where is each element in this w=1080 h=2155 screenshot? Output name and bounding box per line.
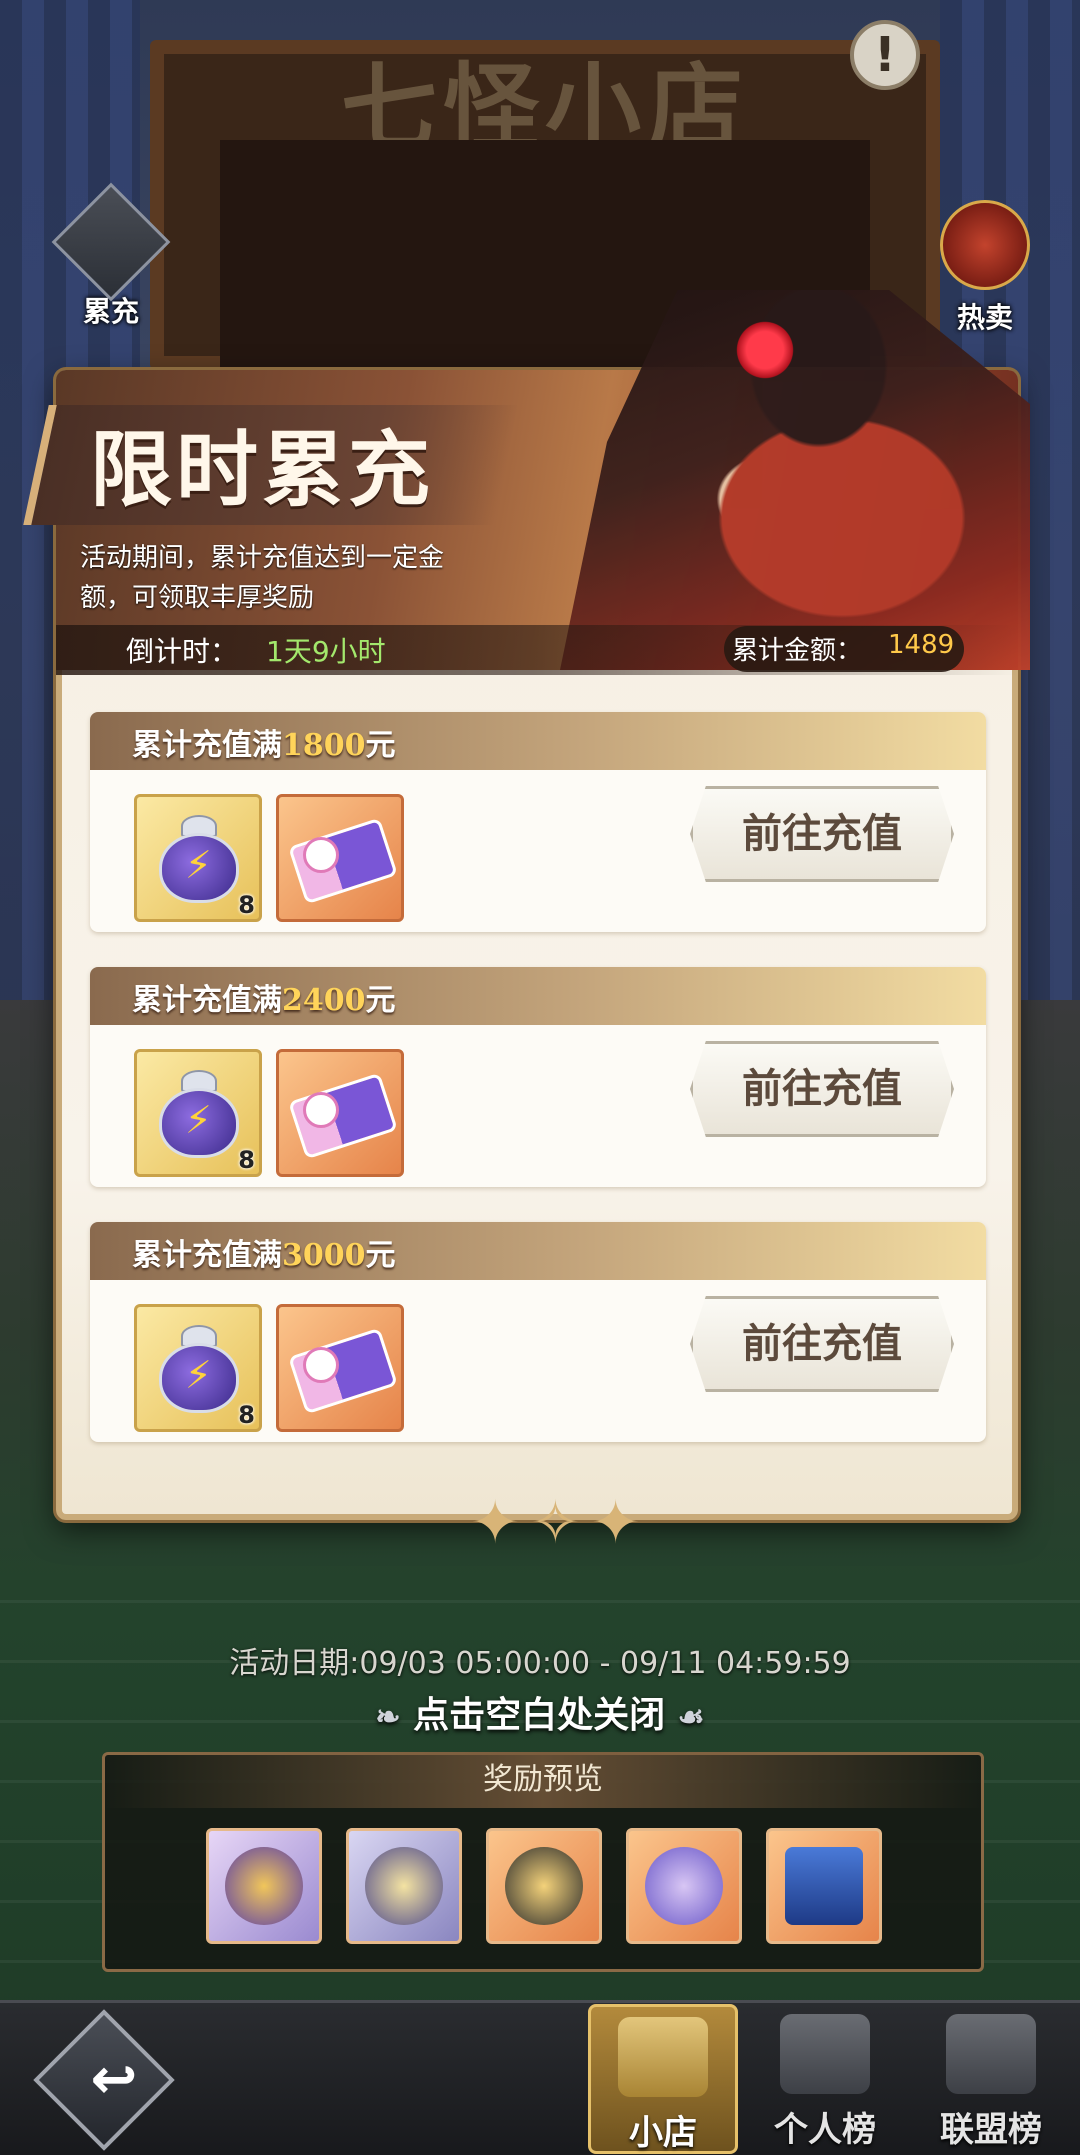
preview-item[interactable] (486, 1828, 602, 1944)
tab-label: 联盟榜 (940, 2110, 1042, 2150)
event-title: 限时累充 (90, 422, 435, 518)
recharge-button[interactable]: 前往充值 (690, 1296, 954, 1392)
preview-item[interactable] (766, 1828, 882, 1944)
tier-title: 累计充值满2400元 (132, 983, 396, 1018)
recharge-button[interactable]: 前往充值 (690, 1041, 954, 1137)
tab-personal-rank[interactable]: 个人榜 (750, 2004, 900, 2154)
tab-label: 小店 (629, 2113, 697, 2153)
tier-card: 累计充值满2400元 ⚡ 8 前往充值 (90, 967, 986, 1187)
tier-amount: 2400 (282, 983, 366, 1018)
emblem-badge-icon (225, 1847, 303, 1925)
reward-item[interactable] (276, 1304, 404, 1432)
tier-card: 累计充值满3000元 ⚡ 8 前往充值 (90, 1222, 986, 1442)
shop-icon (618, 2017, 708, 2097)
reward-item[interactable] (276, 794, 404, 922)
gift-chest-icon (940, 200, 1030, 290)
side-button-hot-sale[interactable]: 热卖 (930, 200, 1040, 336)
reward-quantity: 8 (238, 1146, 255, 1174)
event-date: 活动日期:09/03 05:00:00 - 09/11 04:59:59 (229, 1646, 851, 1681)
preview-item[interactable] (626, 1828, 742, 1944)
lucky-badge-icon (645, 1847, 723, 1925)
alliance-rank-icon (946, 2014, 1036, 2094)
gift-box-icon (51, 182, 171, 302)
tab-label: 个人榜 (774, 2110, 876, 2150)
countdown-label: 倒计时： (126, 635, 239, 668)
back-arrow-icon[interactable]: ↩ (74, 2040, 154, 2120)
reward-item[interactable]: ⚡ 8 (134, 1049, 262, 1177)
tier-title: 累计充值满1800元 (132, 728, 396, 763)
reward-preview-title: 奖励预览 (102, 1752, 984, 1808)
countdown-value: 1天9小时 (266, 635, 386, 668)
side-button-label: 热卖 (956, 301, 1013, 334)
tab-alliance-rank[interactable]: 联盟榜 (916, 2004, 1066, 2154)
info-button[interactable]: ! (850, 20, 920, 90)
ornament-right-icon: ☙ (677, 1700, 705, 1735)
reward-quantity: 8 (238, 1401, 255, 1429)
tier-amount: 3000 (282, 1238, 366, 1273)
crest-badge-icon (365, 1847, 443, 1925)
close-hint[interactable]: ❧ 点击空白处关闭 ☙ (0, 1686, 1080, 1738)
personal-rank-icon (780, 2014, 870, 2094)
reward-quantity: 8 (238, 891, 255, 919)
tab-shop[interactable]: 小店 (588, 2004, 738, 2154)
preview-item[interactable] (206, 1828, 322, 1944)
total-amount-label: 累计金额： (732, 636, 863, 666)
treasure-chest-icon (785, 1847, 863, 1925)
ornament-left-icon: ❧ (375, 1700, 401, 1735)
total-amount-value: 1489 (888, 630, 955, 660)
star-coin-icon (505, 1847, 583, 1925)
reward-item[interactable] (276, 1049, 404, 1177)
recharge-button[interactable]: 前往充值 (690, 786, 954, 882)
reward-item[interactable]: ⚡ 8 (134, 794, 262, 922)
tier-title: 累计充值满3000元 (132, 1238, 396, 1273)
side-button-cumulative[interactable]: 累充 (51, 182, 171, 330)
sparkle-ornament: ✦✧✦ (470, 1488, 651, 1558)
reward-item[interactable]: ⚡ 8 (134, 1304, 262, 1432)
event-description: 活动期间，累计充值达到一定金额，可领取丰厚奖励 (80, 543, 445, 613)
tier-card: 累计充值满1800元 ⚡ 8 前往充值 (90, 712, 986, 932)
tier-amount: 1800 (282, 728, 366, 763)
flower-ornament (730, 320, 800, 380)
preview-item[interactable] (346, 1828, 462, 1944)
